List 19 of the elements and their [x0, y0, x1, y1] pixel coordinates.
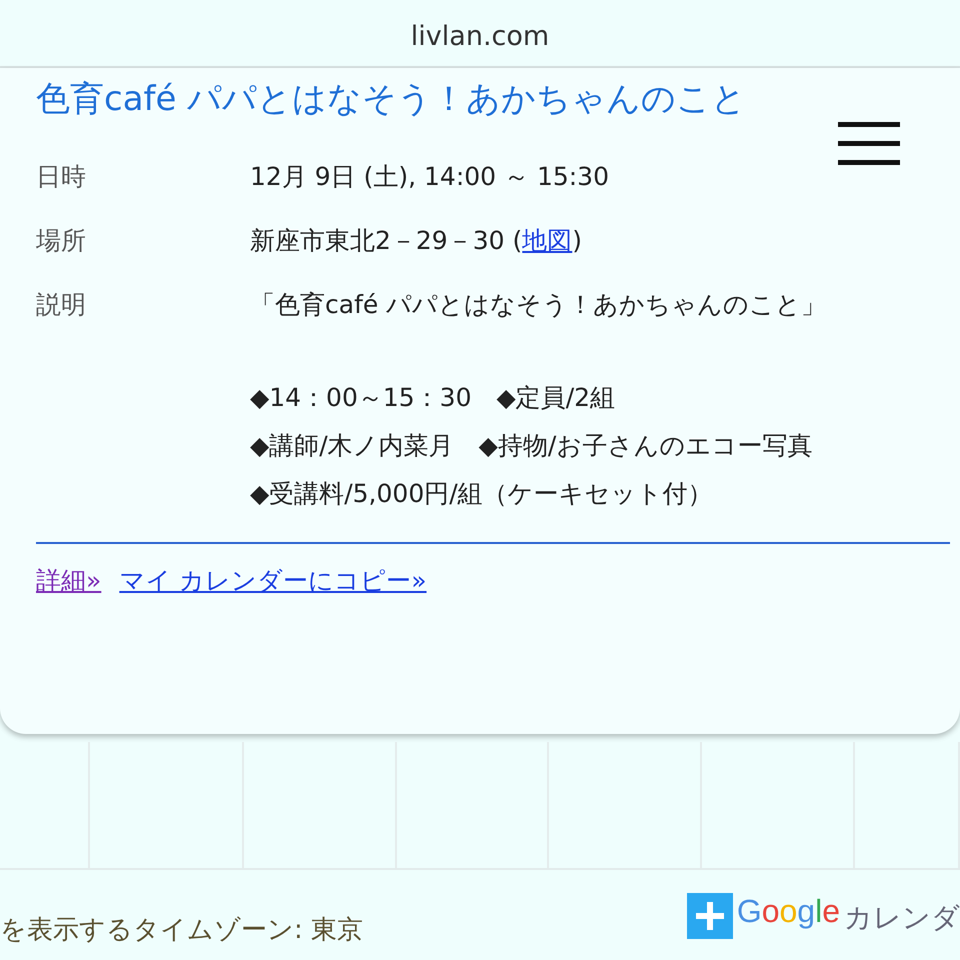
- timezone-text: を表示するタイムゾーン: 東京: [0, 914, 364, 947]
- event-link[interactable]: 詳細»: [36, 564, 102, 597]
- description-line: ◆14：00～15：30 ◆定員/2組: [250, 382, 616, 414]
- description-line: ◆講師/木ノ内菜月 ◆持物/お子さんのエコー写真: [250, 430, 814, 462]
- google-wordmark: Google: [736, 892, 840, 930]
- map-link[interactable]: 地図: [522, 226, 572, 255]
- url-text[interactable]: livlan.com: [410, 21, 550, 52]
- calendar-label: カレンダ: [844, 900, 960, 936]
- description-line: ◆受講料/5,000円/組（ケーキセット付）: [250, 478, 714, 510]
- field-label: 場所: [36, 225, 87, 257]
- event-link[interactable]: マイ カレンダーにコピー»: [119, 564, 427, 597]
- field-label: 説明: [36, 289, 87, 321]
- event-title: 色育café パパとはなそう！あかちゃんのこと: [36, 78, 746, 121]
- field-value: 12月 9日 (土), 14:00 ～ 15:30: [250, 161, 610, 193]
- description-heading: 「色育café パパとはなそう！あかちゃんのこと」: [250, 289, 828, 321]
- menu-icon[interactable]: [838, 122, 900, 166]
- location-text: 新座市東北2－29－30 (地図): [250, 225, 583, 257]
- field-label: 日時: [36, 161, 87, 193]
- plus-icon[interactable]: [686, 892, 733, 938]
